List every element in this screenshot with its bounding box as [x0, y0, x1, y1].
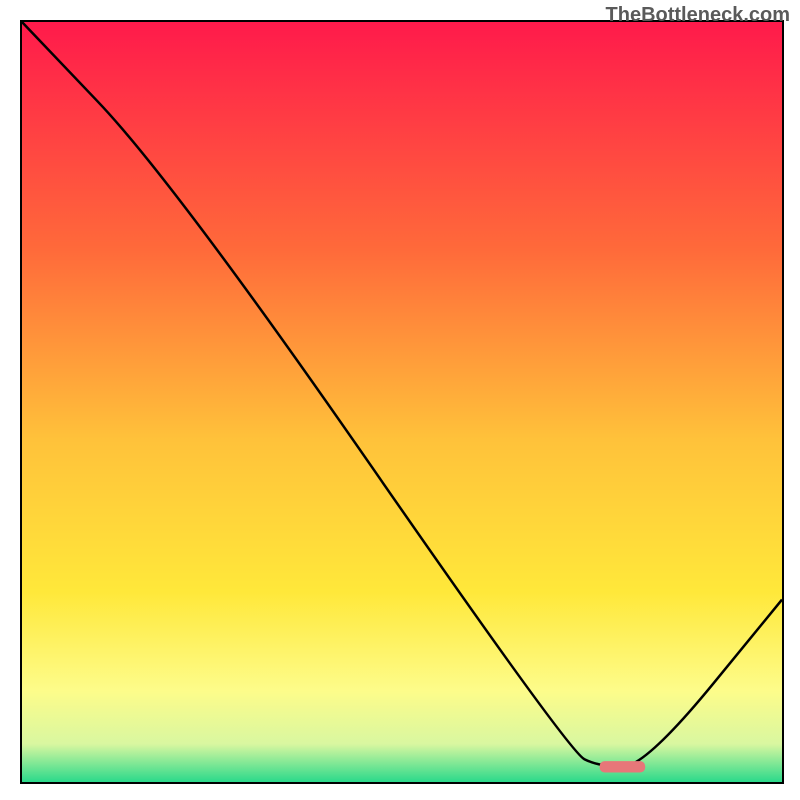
watermark-label: TheBottleneck.com — [606, 4, 790, 27]
chart-svg — [22, 22, 782, 782]
gradient-background — [22, 22, 782, 782]
chart-plot-area — [20, 20, 784, 784]
optimal-marker — [600, 761, 646, 772]
